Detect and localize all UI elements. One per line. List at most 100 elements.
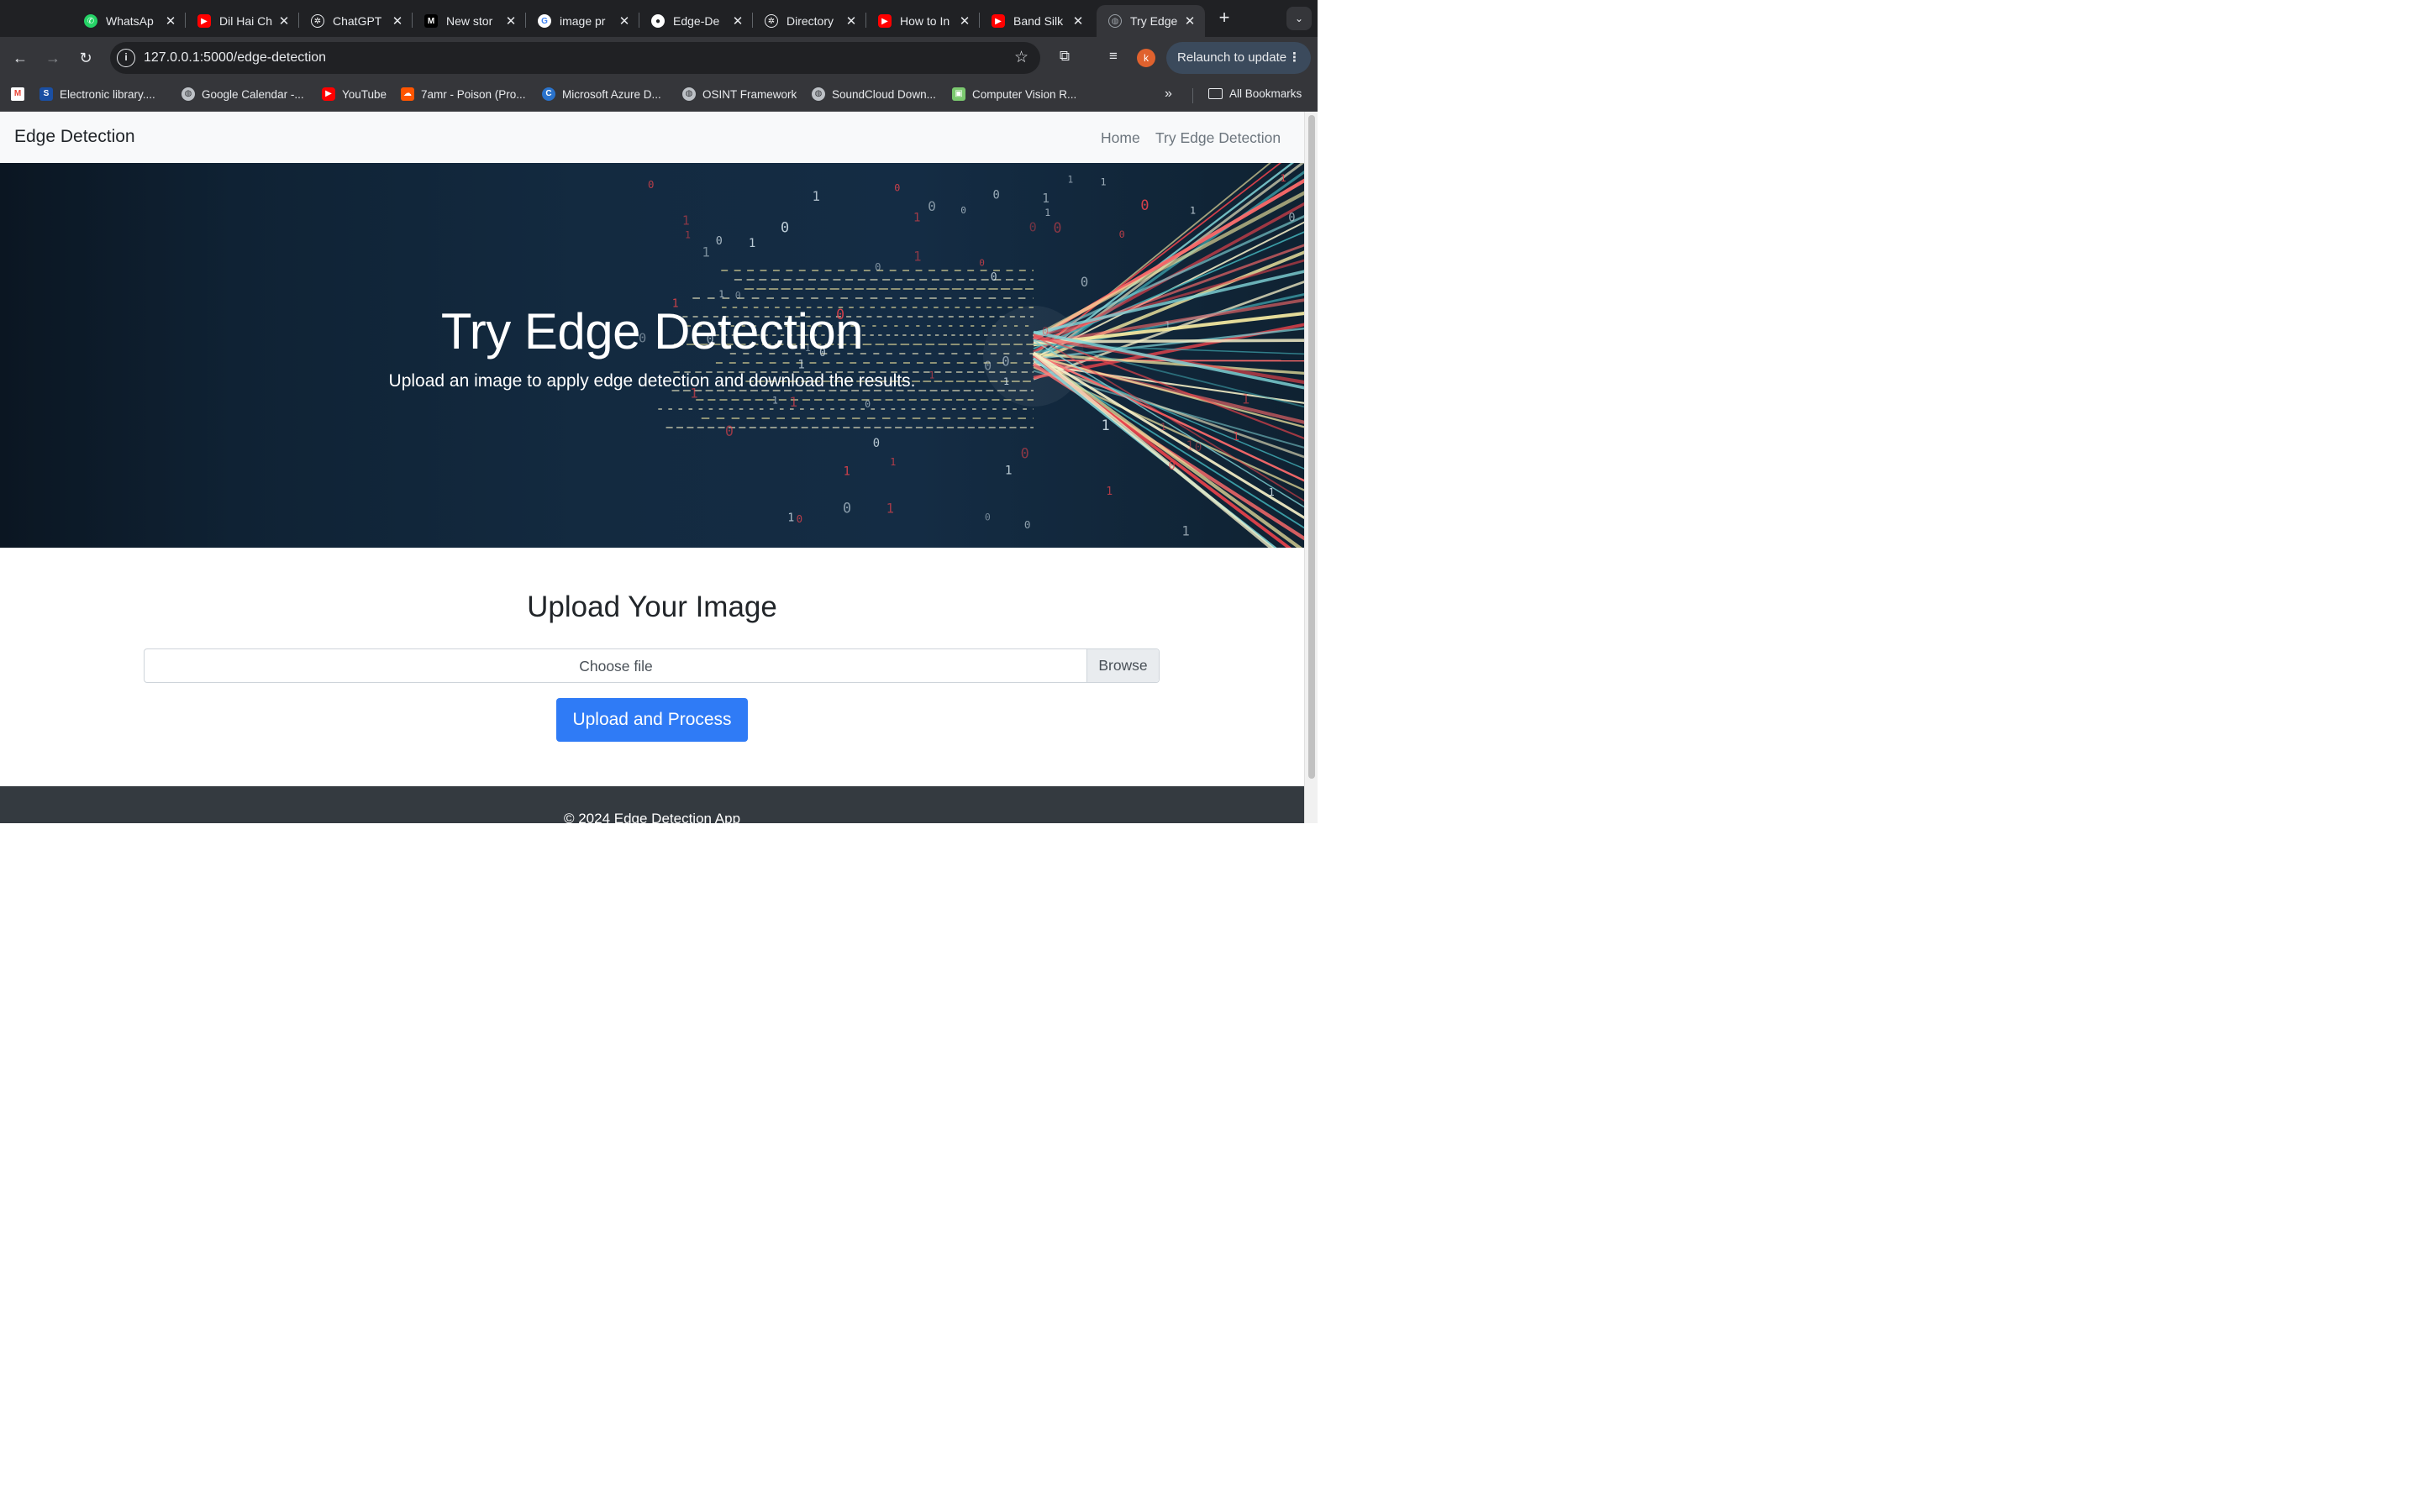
tab-search-button[interactable]: ⌄ [1286, 7, 1312, 30]
svg-text:1: 1 [913, 249, 921, 265]
close-icon[interactable]: ✕ [391, 13, 404, 29]
profile-avatar[interactable]: k [1137, 49, 1155, 67]
svg-text:0: 0 [1168, 459, 1175, 473]
browser-tab[interactable]: ● Edge-De ✕ [639, 5, 753, 37]
bookmark-gmail[interactable]: M [11, 87, 31, 101]
site-info-icon[interactable]: i [117, 49, 135, 67]
reload-button[interactable]: ↻ [74, 46, 97, 70]
upload-and-process-button[interactable]: Upload and Process [556, 698, 748, 742]
close-icon[interactable]: ✕ [504, 13, 518, 29]
svg-text:1: 1 [1067, 174, 1073, 185]
back-button[interactable]: ← [8, 46, 32, 70]
footer-text: © 2024 Edge Detection App [563, 811, 741, 823]
scrollbar-thumb[interactable] [1308, 115, 1315, 779]
svg-text:1: 1 [772, 395, 778, 407]
bookmark-item[interactable]: ◍ SoundCloud Down... [812, 87, 936, 101]
svg-text:1: 1 [812, 188, 819, 204]
bookmark-item[interactable]: ▶ YouTube [322, 87, 387, 101]
folder-icon [1208, 88, 1223, 99]
all-bookmarks-button[interactable]: All Bookmarks [1208, 87, 1302, 100]
file-input-placeholder[interactable]: Choose file [145, 658, 1087, 675]
bookmark-item[interactable]: ☁ 7amr - Poison (Pro... [401, 87, 526, 101]
globe-icon: ◍ [182, 87, 195, 101]
svg-text:1: 1 [1042, 192, 1050, 206]
svg-text:1: 1 [913, 211, 921, 224]
svg-text:0: 0 [725, 423, 734, 439]
page-viewport: Edge Detection Home Try Edge Detection 0… [0, 112, 1304, 823]
browser-tab[interactable]: M New stor ✕ [413, 5, 526, 37]
media-controls-icon[interactable]: ≡ [1103, 48, 1123, 65]
close-icon[interactable]: ✕ [731, 13, 744, 29]
globe-icon: ◍ [682, 87, 696, 101]
close-icon[interactable]: ✕ [277, 13, 291, 29]
close-icon[interactable]: ✕ [844, 13, 858, 29]
svg-text:1: 1 [789, 394, 797, 410]
close-icon[interactable]: ✕ [1071, 13, 1085, 29]
url-text[interactable]: 127.0.0.1:5000/edge-detection [144, 50, 326, 66]
page-scrollbar[interactable] [1304, 112, 1318, 823]
close-icon[interactable]: ✕ [164, 13, 177, 29]
svg-text:0: 0 [797, 512, 803, 525]
svg-text:1: 1 [1186, 438, 1193, 453]
close-icon[interactable]: ✕ [1183, 13, 1197, 29]
relaunch-button[interactable]: Relaunch to update ⋮ [1166, 42, 1311, 74]
browser-tabstrip: ✆ WhatsAp ✕ ▶ Dil Hai Ch ✕ ✲ ChatGPT ✕ M… [0, 0, 1318, 37]
soundcloud-icon: ☁ [401, 87, 414, 101]
youtube-icon: ▶ [322, 87, 335, 101]
bookmark-item[interactable]: S Electronic library.... [39, 87, 155, 101]
svg-text:1: 1 [1181, 523, 1189, 538]
bookmark-item[interactable]: ◍ OSINT Framework [682, 87, 797, 101]
navbar-brand[interactable]: Edge Detection [14, 127, 135, 147]
globe-icon: ◍ [1108, 14, 1122, 28]
browser-tab-active[interactable]: ◍ Try Edge ✕ [1097, 5, 1205, 37]
svg-text:0: 0 [843, 501, 851, 517]
bookmark-item[interactable]: ◍ Google Calendar -... [182, 87, 304, 101]
globe-icon: ◍ [812, 87, 825, 101]
svg-text:0: 0 [991, 271, 997, 284]
browser-tab[interactable]: ✲ Directory ✕ [753, 5, 866, 37]
browser-tab[interactable]: ▶ Band Silk ✕ [980, 5, 1093, 37]
nav-link-try-edge-detection[interactable]: Try Edge Detection [1155, 129, 1281, 147]
nav-link-home[interactable]: Home [1101, 129, 1140, 147]
svg-text:0: 0 [1021, 445, 1029, 462]
forward-button[interactable]: → [41, 46, 65, 70]
bookmark-item[interactable]: ▣ Computer Vision R... [952, 87, 1076, 101]
more-menu-icon[interactable]: ⋮ [1288, 42, 1301, 74]
browser-tab[interactable]: ✆ WhatsAp ✕ [72, 5, 186, 37]
new-tab-button[interactable]: + [1214, 8, 1234, 29]
svg-text:0: 0 [781, 219, 789, 236]
svg-text:0: 0 [873, 437, 880, 450]
svg-text:0: 0 [928, 198, 936, 214]
svg-text:0: 0 [716, 235, 723, 248]
browser-toolbar: ← → ↻ i 127.0.0.1:5000/edge-detection ☆ … [0, 37, 1318, 79]
coursera-icon: C [542, 87, 555, 101]
browser-tab[interactable]: G image pr ✕ [526, 5, 639, 37]
extensions-icon[interactable]: ⧉ [1055, 48, 1075, 65]
svg-text:0: 0 [1081, 274, 1089, 290]
youtube-icon: ▶ [992, 14, 1005, 28]
close-icon[interactable]: ✕ [958, 13, 971, 29]
svg-text:0: 0 [648, 179, 654, 191]
svg-text:1: 1 [1268, 486, 1274, 498]
svg-text:0: 0 [960, 205, 966, 216]
svg-text:1: 1 [844, 465, 850, 478]
file-input[interactable]: Choose file Browse [144, 648, 1160, 683]
more-bookmarks-icon[interactable]: » [1165, 87, 1172, 102]
browser-tab[interactable]: ✲ ChatGPT ✕ [299, 5, 413, 37]
svg-text:0: 0 [1195, 441, 1202, 454]
address-bar[interactable]: i 127.0.0.1:5000/edge-detection ☆ [110, 42, 1040, 74]
close-icon[interactable]: ✕ [618, 13, 631, 29]
svg-text:0: 0 [735, 290, 741, 302]
svg-text:1: 1 [685, 228, 691, 240]
openai-icon: ✲ [311, 14, 324, 28]
svg-text:0: 0 [894, 182, 900, 194]
svg-text:1: 1 [886, 501, 894, 517]
svg-text:0: 0 [1053, 220, 1061, 236]
browse-button[interactable]: Browse [1086, 649, 1159, 682]
medium-icon: M [424, 14, 438, 28]
browser-tab[interactable]: ▶ Dil Hai Ch ✕ [186, 5, 299, 37]
browser-tab[interactable]: ▶ How to In ✕ [866, 5, 980, 37]
bookmark-star-icon[interactable]: ☆ [1014, 48, 1028, 67]
gmail-icon: M [11, 87, 24, 101]
bookmark-item[interactable]: C Microsoft Azure D... [542, 87, 661, 101]
